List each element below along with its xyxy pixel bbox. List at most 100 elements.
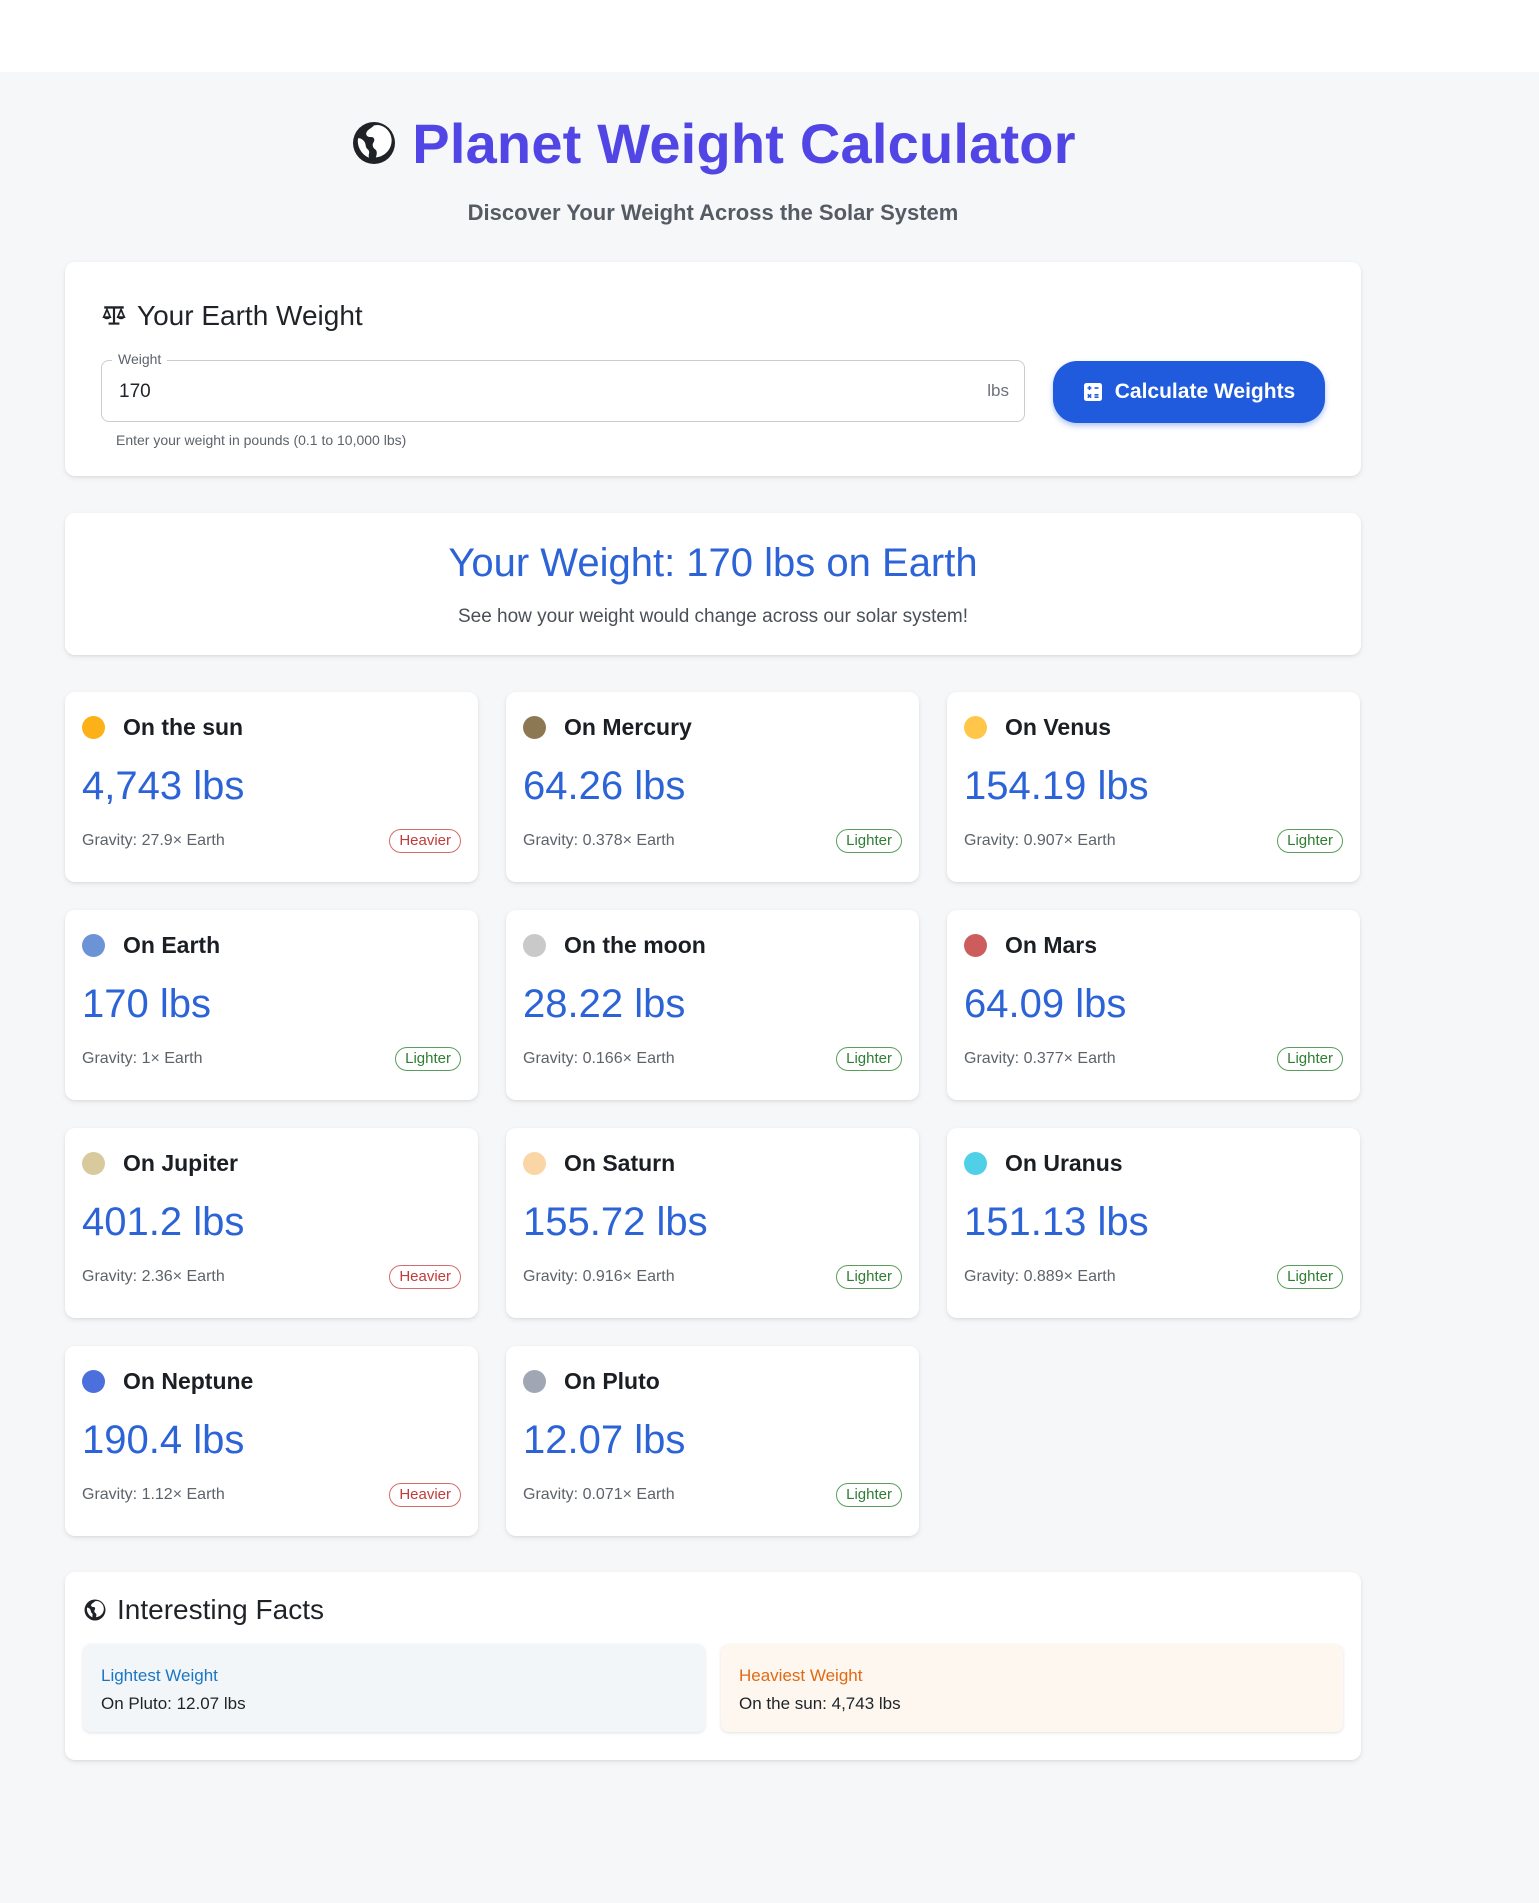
planet-header: On Pluto [523, 1368, 660, 1395]
header: Planet Weight Calculator Discover Your W… [65, 72, 1361, 226]
main-container: Planet Weight Calculator Discover Your W… [65, 72, 1361, 1760]
title-row: Planet Weight Calculator [65, 110, 1361, 176]
planet-gravity: Gravity: 0.166× Earth [523, 1050, 675, 1067]
planet-weight: 170 lbs [82, 982, 211, 1026]
page-background: Planet Weight Calculator Discover Your W… [0, 72, 1539, 1903]
heaviest-weight-title: Heaviest Weight [739, 1666, 863, 1685]
planet-weight: 28.22 lbs [523, 982, 686, 1026]
calculate-weights-label: Calculate Weights [1114, 380, 1296, 403]
planet-header: On Neptune [82, 1368, 253, 1395]
calculator-icon [1083, 383, 1102, 401]
weight-field[interactable]: Weight lbs [101, 351, 1025, 423]
planet-header: On the sun [82, 714, 243, 741]
planet-weight: 401.2 lbs [82, 1200, 245, 1244]
planet-color-dot [523, 1152, 546, 1175]
planet-name: On the moon [564, 932, 706, 958]
earth-weight-title: Your Earth Weight [137, 300, 363, 331]
weight-helper-text: Enter your weight in pounds (0.1 to 10,0… [116, 432, 407, 448]
comparison-badge: Lighter [1277, 1047, 1343, 1071]
planet-color-dot [964, 1152, 987, 1175]
planet-name: On Saturn [564, 1150, 676, 1176]
comparison-badge: Lighter [836, 1265, 902, 1289]
planet-weight: 12.07 lbs [523, 1418, 686, 1462]
planet-gravity: Gravity: 0.916× Earth [523, 1268, 675, 1285]
planet-gravity: Gravity: 0.907× Earth [964, 832, 1116, 849]
planet-color-dot [964, 934, 987, 957]
planet-name: On Uranus [1005, 1150, 1123, 1176]
planet-card: On Pluto 12.07 lbs Gravity: 0.071× Earth Li… [506, 1346, 919, 1536]
planet-color-dot [523, 716, 546, 739]
scale-icon [102, 306, 126, 325]
globe-icon [84, 1599, 106, 1621]
summary-title: Your Weight: 170 lbs on Earth [448, 541, 978, 585]
planet-header: On Jupiter [82, 1150, 238, 1177]
planet-color-dot [82, 1152, 105, 1175]
page-title: Planet Weight Calculator [412, 111, 1076, 175]
planet-weight: 190.4 lbs [82, 1418, 245, 1462]
planet-card: On Uranus 151.13 lbs Gravity: 0.889× Earth… [947, 1128, 1360, 1318]
earth-weight-card: Your Earth Weight Weight lbs Enter your … [65, 262, 1361, 476]
planet-card: On Earth 170 lbs Gravity: 1× Earth Lighter [65, 910, 478, 1100]
planet-header: On Uranus [964, 1150, 1123, 1177]
planet-name: On the sun [123, 714, 244, 740]
page-subtitle: Discover Your Weight Across the Solar Sy… [467, 200, 959, 225]
planet-header: On Mercury [523, 714, 692, 741]
planet-weight: 64.09 lbs [964, 982, 1127, 1026]
planet-gravity: Gravity: 0.071× Earth [523, 1486, 675, 1503]
facts-title: Interesting Facts [117, 1594, 324, 1625]
weight-summary-card: Your Weight: 170 lbs on Earth See how yo… [65, 513, 1361, 655]
comparison-badge: Lighter [836, 1483, 902, 1507]
planet-card: On Saturn 155.72 lbs Gravity: 0.916× Earth… [506, 1128, 919, 1318]
planet-gravity: Gravity: 1× Earth [82, 1050, 203, 1067]
planet-header: On Earth [82, 932, 220, 959]
comparison-badge: Lighter [836, 829, 902, 853]
heaviest-weight-text: On the sun: 4,743 lbs [739, 1694, 901, 1713]
planet-gravity: Gravity: 0.377× Earth [964, 1050, 1116, 1067]
lightest-weight-text: On Pluto: 12.07 lbs [101, 1694, 246, 1713]
comparison-badge: Lighter [1277, 1265, 1343, 1289]
comparison-badge: Heavier [389, 1265, 461, 1289]
planet-gravity: Gravity: 1.12× Earth [82, 1486, 225, 1503]
comparison-badge: Lighter [1277, 829, 1343, 853]
facts-card: Interesting Facts Lightest Weight On Plu… [65, 1572, 1361, 1760]
planet-name: On Jupiter [123, 1150, 239, 1176]
weight-unit-suffix: lbs [987, 381, 1009, 400]
planet-card: On Neptune 190.4 lbs Gravity: 1.12× Earth H… [65, 1346, 478, 1536]
planet-gravity: Gravity: 27.9× Earth [82, 832, 225, 849]
planet-name: On Pluto [564, 1368, 660, 1394]
planet-card: On Venus 154.19 lbs Gravity: 0.907× Earth L… [947, 692, 1360, 882]
planet-color-dot [523, 934, 546, 957]
weight-input[interactable] [117, 361, 941, 423]
planet-gravity: Gravity: 0.889× Earth [964, 1268, 1116, 1285]
calculate-weights-button[interactable]: Calculate Weights [1053, 361, 1325, 423]
comparison-badge: Heavier [389, 1483, 461, 1507]
planet-gravity: Gravity: 2.36× Earth [82, 1268, 225, 1285]
globe-icon [353, 122, 396, 164]
planet-name: On Neptune [123, 1368, 254, 1394]
planet-card: On the moon 28.22 lbs Gravity: 0.166× Eart… [506, 910, 919, 1100]
planet-name: On Mercury [564, 714, 692, 740]
planet-name: On Venus [1005, 714, 1112, 740]
planet-header: On the moon [523, 932, 706, 959]
planet-header: On Mars [964, 932, 1097, 959]
comparison-badge: Lighter [395, 1047, 461, 1071]
planet-weight: 64.26 lbs [523, 764, 686, 808]
planet-color-dot [964, 716, 987, 739]
planet-color-dot [82, 716, 105, 739]
planet-gravity: Gravity: 0.378× Earth [523, 832, 675, 849]
planet-header: On Saturn [523, 1150, 675, 1177]
planet-weight: 155.72 lbs [523, 1200, 708, 1244]
comparison-badge: Heavier [389, 829, 461, 853]
planet-card: On Mercury 64.26 lbs Gravity: 0.378× Earth… [506, 692, 919, 882]
earth-weight-heading: Your Earth Weight [101, 300, 363, 332]
lightest-weight-fact: Lightest Weight On Pluto: 12.07 lbs [83, 1644, 705, 1732]
planet-card: On Mars 64.09 lbs Gravity: 0.377× Earth Lig… [947, 910, 1360, 1100]
lightest-weight-title: Lightest Weight [101, 1666, 218, 1685]
comparison-badge: Lighter [836, 1047, 902, 1071]
planet-color-dot [82, 1370, 105, 1393]
planet-weight: 4,743 lbs [82, 764, 245, 808]
planet-name: On Mars [1005, 932, 1098, 958]
facts-heading: Interesting Facts [83, 1594, 324, 1626]
planet-card: On Jupiter 401.2 lbs Gravity: 2.36× Earth H… [65, 1128, 478, 1318]
heaviest-weight-fact: Heaviest Weight On the sun: 4,743 lbs [721, 1644, 1343, 1732]
